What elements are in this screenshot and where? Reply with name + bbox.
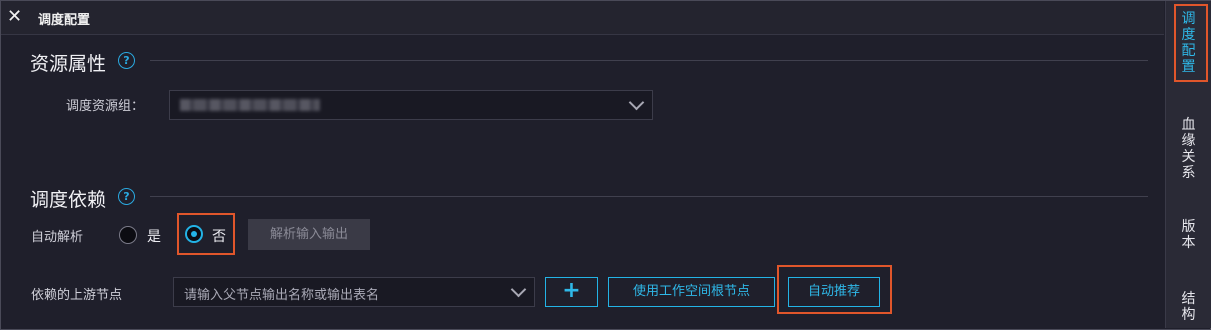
close-icon[interactable]: ✕ (7, 6, 22, 28)
panel-title: 调度配置 (38, 13, 91, 28)
parse-io-button[interactable]: 解析输入输出 (248, 219, 370, 250)
question-circle-icon[interactable]: ? (118, 52, 135, 69)
sidebar-item-version[interactable]: 版本 (1166, 219, 1211, 251)
highlight-box-auto-recommend (777, 265, 892, 314)
sidebar-item-label: 血缘关系 (1181, 117, 1196, 181)
upstream-placeholder: 请输入父节点输出名称或输出表名 (184, 288, 380, 303)
question-circle-icon[interactable]: ? (118, 188, 135, 205)
sidebar-item-structure[interactable]: 结构 (1166, 291, 1211, 323)
resource-group-label: 调度资源组： (66, 99, 145, 114)
title-bar: ✕ 调度配置 (1, 1, 1164, 35)
add-button[interactable]: + (545, 277, 598, 307)
sidebar-item-label: 结构 (1181, 291, 1196, 323)
section-title-resource: 资源属性 (30, 53, 107, 75)
use-root-node-button[interactable]: 使用工作空间根节点 (608, 277, 775, 307)
chevron-down-icon (510, 281, 527, 298)
section-divider (150, 196, 1148, 197)
section-divider (150, 60, 1148, 61)
chevron-down-icon (628, 94, 645, 111)
upstream-label: 依赖的上游节点 (31, 288, 123, 303)
radio-yes[interactable] (119, 226, 137, 244)
resource-group-value-redacted (180, 99, 320, 111)
resource-group-select[interactable] (169, 90, 653, 120)
auto-parse-label: 自动解析 (31, 230, 84, 245)
highlight-box-sidebar (1174, 4, 1208, 82)
sidebar-item-lineage[interactable]: 血缘关系 (1166, 117, 1211, 181)
upstream-node-input[interactable]: 请输入父节点输出名称或输出表名 (173, 277, 535, 307)
section-title-dependency: 调度依赖 (30, 189, 107, 211)
highlight-box-radio-no (177, 213, 235, 255)
sidebar-item-label: 版本 (1181, 219, 1196, 251)
radio-yes-label: 是 (147, 229, 161, 245)
